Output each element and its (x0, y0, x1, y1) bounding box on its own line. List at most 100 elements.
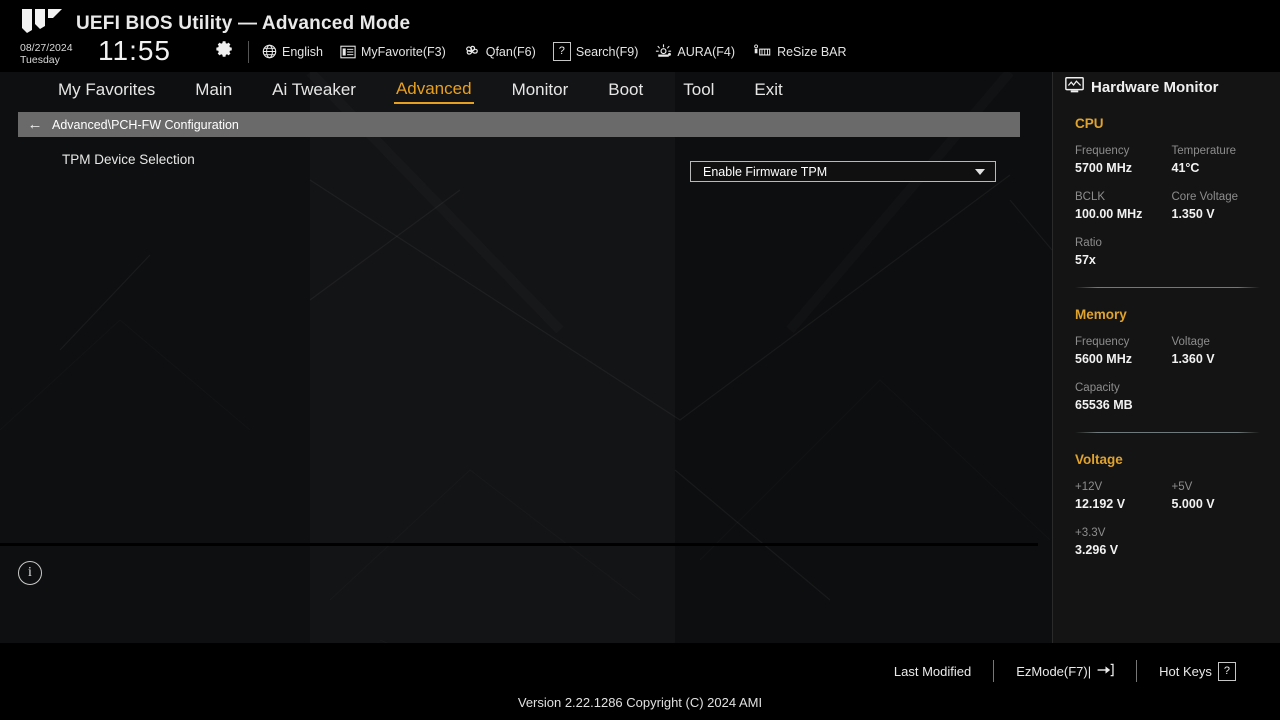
hw-metric-value: 5700 MHz (1075, 161, 1132, 175)
aura-light-icon (655, 44, 672, 59)
hw-metric-bclk: BCLK 100.00 MHz (1075, 189, 1172, 223)
ezmode-label: EzMode(F7)| (1016, 663, 1092, 679)
tab-my-favorites[interactable]: My Favorites (56, 77, 157, 103)
hw-group-divider (1075, 287, 1260, 288)
header-quick-actions: English MyFavorite(F3) Qfan(F6) ? Search… (262, 42, 847, 61)
hw-metric-value: 1.350 V (1171, 207, 1215, 221)
hw-row: +12V 12.192 V +5V 5.000 V (1075, 479, 1268, 513)
hw-metric-12v: +12V 12.192 V (1075, 479, 1172, 513)
tpm-device-selection-dropdown[interactable]: Enable Firmware TPM (690, 161, 996, 182)
tab-monitor[interactable]: Monitor (510, 77, 571, 103)
hw-group-divider (1075, 432, 1260, 433)
settings-panel: TPM Device Selection Enable Firmware TPM (0, 137, 1052, 544)
hw-metric-3v3: +3.3V 3.296 V (1075, 525, 1179, 559)
tab-ai-tweaker[interactable]: Ai Tweaker (270, 77, 358, 103)
hw-row: BCLK 100.00 MHz Core Voltage 1.350 V (1075, 189, 1268, 223)
hw-metric-key: BCLK (1075, 191, 1106, 203)
tab-boot[interactable]: Boot (606, 77, 645, 103)
hardware-monitor-title: Hardware Monitor (1065, 77, 1268, 97)
question-box-icon: ? (1217, 661, 1236, 681)
last-modified-button[interactable]: Last Modified (872, 664, 993, 679)
hw-metric-key: Core Voltage (1171, 191, 1239, 203)
hw-metric-key: Frequency (1075, 336, 1130, 348)
header-item-aura[interactable]: AURA(F4) (655, 44, 735, 59)
hw-metric-key: Ratio (1075, 237, 1102, 249)
header-item-resize-bar[interactable]: ReSize BAR (752, 44, 847, 59)
breadcrumb-path: Advanced\PCH-FW Configuration (52, 117, 239, 132)
hw-metric-5v: +5V 5.000 V (1172, 479, 1269, 513)
breadcrumb: ← Advanced\PCH-FW Configuration (18, 112, 1020, 137)
setting-label: TPM Device Selection (62, 152, 195, 167)
hw-row: Frequency 5600 MHz Voltage 1.360 V (1075, 334, 1268, 368)
hw-metric-value: 65536 MB (1075, 398, 1133, 412)
ezmode-button[interactable]: EzMode(F7)| (994, 663, 1136, 680)
arrow-left-icon[interactable]: ← (18, 116, 52, 133)
hw-group-voltage-title: Voltage (1075, 452, 1123, 467)
arrow-into-bracket-icon (1097, 663, 1114, 680)
header-item-label: Qfan(F6) (485, 44, 536, 59)
hw-metric-value: 5.000 V (1171, 497, 1215, 511)
datetime-display: 08/27/2024 Tuesday (20, 42, 73, 66)
chevron-down-icon (975, 168, 985, 175)
header-divider (248, 41, 249, 63)
hw-metric-frequency: Frequency 5700 MHz (1075, 143, 1172, 177)
hw-row: +3.3V 3.296 V (1075, 525, 1268, 559)
hw-metric-value: 100.00 MHz (1075, 207, 1143, 221)
hw-metric-value: 41°C (1171, 161, 1200, 175)
page-title: UEFI BIOS Utility — Advanced Mode (76, 13, 411, 34)
hw-metric-key: Capacity (1075, 382, 1120, 394)
header-item-english[interactable]: English (262, 44, 323, 59)
resize-bar-icon (752, 44, 772, 59)
hw-metric-value: 12.192 V (1075, 497, 1126, 511)
hotkeys-button[interactable]: Hot Keys ? (1137, 661, 1258, 681)
setting-row-tpm-device-selection[interactable]: TPM Device Selection Enable Firmware TPM (0, 148, 1052, 182)
hw-metric-key: Frequency (1075, 145, 1130, 157)
clock-text: 11:55 (98, 35, 171, 66)
list-icon (340, 45, 356, 59)
header-item-qfan[interactable]: Qfan(F6) (463, 44, 536, 59)
tab-main[interactable]: Main (193, 77, 234, 103)
header-item-label: ReSize BAR (777, 44, 847, 59)
hw-metric-value: 57x (1075, 253, 1096, 267)
header-item-label: Search(F9) (575, 44, 639, 59)
content-help-divider (0, 543, 1038, 546)
globe-icon (262, 44, 277, 59)
fan-icon (463, 44, 481, 59)
tab-advanced[interactable]: Advanced (393, 76, 474, 104)
version-text: Version 2.22.1286 Copyright (C) 2024 AMI (517, 695, 763, 710)
main-tab-bar: My Favorites Main Ai Tweaker Advanced Mo… (0, 72, 1052, 108)
gear-icon[interactable] (216, 40, 234, 58)
question-box-icon: ? (552, 42, 571, 61)
header-item-label: AURA(F4) (677, 44, 736, 59)
hw-group-memory-title: Memory (1075, 307, 1127, 322)
hw-metric-value: 5600 MHz (1075, 352, 1132, 366)
hw-metric-mem-voltage: Voltage 1.360 V (1172, 334, 1269, 368)
hw-metric-temperature: Temperature 41°C (1172, 143, 1269, 177)
tab-tool[interactable]: Tool (681, 77, 716, 103)
hw-group-cpu-title: CPU (1075, 116, 1104, 131)
header-item-myfavorite[interactable]: MyFavorite(F3) (340, 45, 446, 59)
footer-actions: Last Modified EzMode(F7)| Hot Keys ? (872, 660, 1258, 682)
hw-row: Frequency 5700 MHz Temperature 41°C (1075, 143, 1268, 177)
sidebar-divider (1052, 62, 1053, 643)
date-text: 08/27/2024 (20, 42, 73, 54)
tab-exit[interactable]: Exit (752, 77, 784, 103)
info-icon[interactable]: i (18, 561, 42, 585)
header-item-label: MyFavorite(F3) (361, 44, 446, 59)
hw-metric-ratio: Ratio 57x (1075, 235, 1179, 269)
tuf-logo-icon (20, 8, 64, 34)
hw-metric-key: Temperature (1171, 145, 1237, 157)
hw-row: Capacity 65536 MB (1075, 380, 1268, 414)
hw-metric-value: 1.360 V (1171, 352, 1215, 366)
header-item-search[interactable]: ? Search(F9) (552, 42, 639, 61)
hw-metric-key: Voltage (1171, 336, 1210, 348)
dropdown-value: Enable Firmware TPM (703, 164, 828, 179)
hardware-monitor-title-label: Hardware Monitor (1091, 78, 1219, 96)
hw-metric-mem-frequency: Frequency 5600 MHz (1075, 334, 1172, 368)
hw-row: Ratio 57x (1075, 235, 1268, 269)
hardware-monitor-panel: Hardware Monitor CPU Frequency 5700 MHz … (1053, 62, 1280, 643)
hw-metric-value: 3.296 V (1075, 543, 1119, 557)
hw-metric-key: +5V (1171, 481, 1193, 493)
header-bar: UEFI BIOS Utility — Advanced Mode 08/27/… (0, 0, 1280, 72)
hw-metric-key: +12V (1075, 481, 1103, 493)
